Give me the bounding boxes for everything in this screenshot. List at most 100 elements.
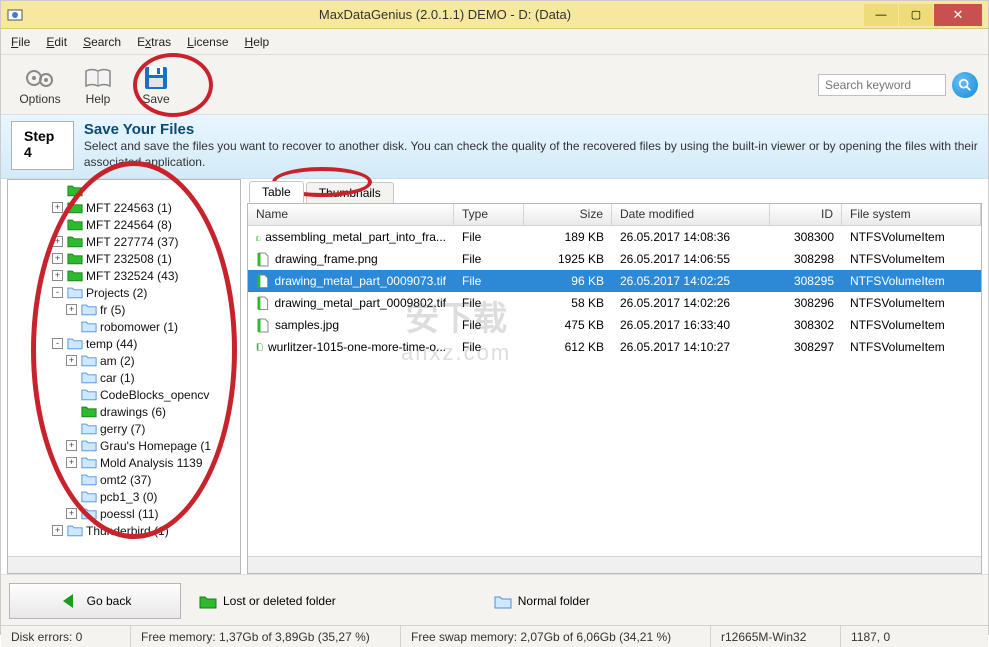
table-row[interactable]: wurlitzer-1015-one-more-time-o...File612… [248, 336, 981, 358]
menu-search[interactable]: Search [75, 31, 129, 53]
folder-blue-icon [81, 507, 97, 520]
search-input[interactable] [818, 74, 946, 96]
tree-node[interactable]: CodeBlocks_opencv [10, 386, 240, 403]
tree-node[interactable]: drawings (6) [10, 403, 240, 420]
tree-node[interactable]: + Mold Analysis 1139 [10, 454, 240, 471]
folder-blue-icon [81, 371, 97, 384]
minimize-button[interactable] [864, 4, 898, 26]
folder-blue-icon [81, 473, 97, 486]
tree-node[interactable]: -Projects (2) [10, 284, 240, 301]
cell-id: 308300 [770, 230, 842, 244]
toolbar: Options Help Save [1, 55, 988, 115]
table-row[interactable]: samples.jpgFile475 KB26.05.2017 16:33:40… [248, 314, 981, 336]
step-label: Step 4 [11, 121, 74, 170]
col-type[interactable]: Type [454, 204, 524, 225]
folder-green-icon [67, 184, 83, 197]
col-size[interactable]: Size [524, 204, 612, 225]
tree-scrollbar[interactable] [8, 556, 240, 573]
tree-node-label: am (2) [100, 354, 135, 368]
tree-node[interactable]: MFT 224564 (8) [10, 216, 240, 233]
expand-icon[interactable]: - [52, 287, 63, 298]
folder-blue-icon [81, 422, 97, 435]
tree-node[interactable]: +MFT 227774 (37) [10, 233, 240, 250]
table-row[interactable]: assembling_metal_part_into_fra...File189… [248, 226, 981, 248]
expand-icon[interactable]: + [66, 304, 77, 315]
menu-extras[interactable]: Extras [129, 31, 179, 53]
expand-icon[interactable]: + [52, 270, 63, 281]
tree-node[interactable]: + am (2) [10, 352, 240, 369]
table-row[interactable]: drawing_metal_part_0009073.tifFile96 KB2… [248, 270, 981, 292]
cell-date: 26.05.2017 16:33:40 [612, 318, 770, 332]
expand-icon[interactable]: + [52, 525, 63, 536]
tree-node[interactable]: +Grau's Homepage (1 [10, 437, 240, 454]
expand-icon[interactable]: + [66, 457, 77, 468]
table-scrollbar[interactable] [248, 556, 981, 573]
tree-node-label: robomower (1) [100, 320, 178, 334]
file-icon [256, 274, 271, 289]
expand-icon[interactable]: + [66, 440, 77, 451]
tree-node-label: Mold Analysis 1139 [100, 456, 203, 470]
maximize-button[interactable] [899, 4, 933, 26]
col-id[interactable]: ID [770, 204, 842, 225]
folder-blue-icon [81, 354, 97, 367]
tree-node-label: poessl (11) [100, 507, 158, 521]
tree-node[interactable]: -temp (44) [10, 335, 240, 352]
expand-icon[interactable]: + [52, 236, 63, 247]
menu-edit[interactable]: Edit [38, 31, 75, 53]
status-bar: Disk errors: 0 Free memory: 1,37Gb of 3,… [1, 625, 988, 647]
tree-node-label: MFT 224564 (8) [86, 218, 172, 232]
file-table: Name Type Size Date modified ID File sys… [247, 203, 982, 574]
status-extra: 1187, 0 [841, 626, 988, 647]
tree-node-label: fr (5) [100, 303, 125, 317]
tree-node[interactable]: pcb1_3 (0) [10, 488, 240, 505]
menu-file[interactable]: File [3, 31, 38, 53]
tree-node[interactable]: car (1) [10, 369, 240, 386]
expand-icon[interactable]: + [66, 508, 77, 519]
tree-node[interactable]: omt2 (37) [10, 471, 240, 488]
tree-node[interactable] [10, 182, 240, 199]
tab-table[interactable]: Table [249, 181, 304, 203]
tab-thumbnails[interactable]: Thumbnails [306, 182, 394, 203]
cell-name: samples.jpg [275, 318, 339, 332]
main-area: +MFT 224563 (1) MFT 224564 (8)+MFT 227774… [1, 179, 988, 574]
menu-license[interactable]: License [179, 31, 236, 53]
col-date[interactable]: Date modified [612, 204, 770, 225]
tree-node-label: MFT 232524 (43) [86, 269, 179, 283]
expand-icon[interactable]: + [52, 202, 63, 213]
close-button[interactable] [934, 4, 982, 26]
tree-node-label: CodeBlocks_opencv [100, 388, 209, 402]
options-button[interactable]: Options [11, 58, 69, 112]
expand-icon[interactable]: + [66, 355, 77, 366]
col-name[interactable]: Name [248, 204, 454, 225]
search-button[interactable] [952, 72, 978, 98]
go-back-button[interactable]: Go back [9, 583, 181, 619]
cell-fs: NTFSVolumeItem [842, 252, 981, 266]
tree-node[interactable]: gerry (7) [10, 420, 240, 437]
tree-node[interactable]: + poessl (11) [10, 505, 240, 522]
cell-size: 96 KB [524, 274, 612, 288]
folder-tree[interactable]: +MFT 224563 (1) MFT 224564 (8)+MFT 227774… [7, 179, 241, 574]
tree-node-label: car (1) [100, 371, 135, 385]
search-icon [958, 78, 972, 92]
bottom-bar: Go back Lost or deleted folder Normal fo… [1, 574, 988, 625]
tree-node-label: Thunderbird (1) [86, 524, 169, 538]
expand-icon[interactable]: - [52, 338, 63, 349]
expand-icon[interactable]: + [52, 253, 63, 264]
tree-node[interactable]: + fr (5) [10, 301, 240, 318]
tree-node[interactable]: + MFT 232524 (43) [10, 267, 240, 284]
tree-node[interactable]: +MFT 224563 (1) [10, 199, 240, 216]
table-body: assembling_metal_part_into_fra...File189… [248, 226, 981, 556]
col-fs[interactable]: File system [842, 204, 981, 225]
tree-node[interactable]: +MFT 232508 (1) [10, 250, 240, 267]
save-button[interactable]: Save [127, 58, 185, 112]
status-host: r12665M-Win32 [711, 626, 841, 647]
help-button[interactable]: Help [69, 58, 127, 112]
tree-node[interactable]: + Thunderbird (1) [10, 522, 240, 539]
cell-type: File [454, 318, 524, 332]
table-row[interactable]: drawing_metal_part_0009802.tifFile58 KB2… [248, 292, 981, 314]
legend-lost-label: Lost or deleted folder [223, 594, 336, 608]
tree-node[interactable]: robomower (1) [10, 318, 240, 335]
cell-type: File [454, 340, 524, 354]
table-row[interactable]: drawing_frame.pngFile1925 KB26.05.2017 1… [248, 248, 981, 270]
menu-help[interactable]: Help [237, 31, 278, 53]
